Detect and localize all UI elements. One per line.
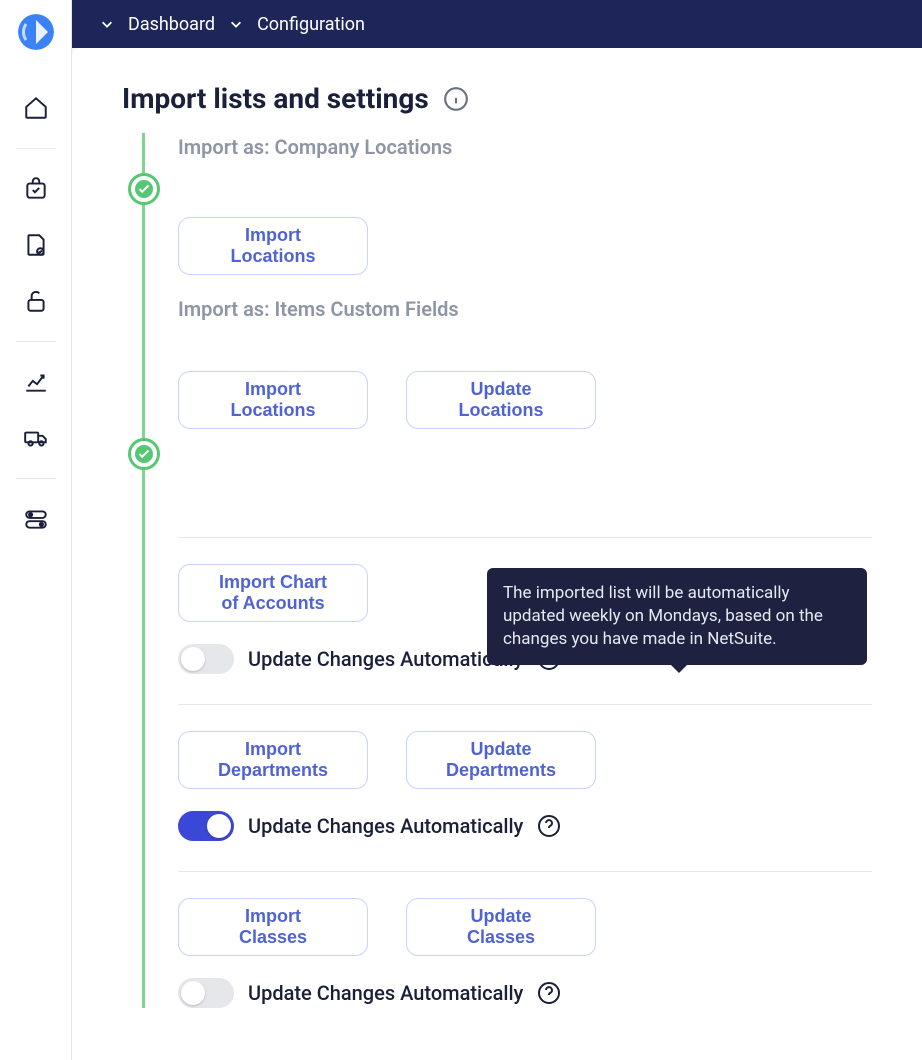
divider xyxy=(178,704,872,705)
auto-update-toggle-classes[interactable] xyxy=(178,978,234,1008)
topbar: Dashboard Configuration xyxy=(72,0,922,48)
divider xyxy=(178,537,872,538)
home-icon[interactable] xyxy=(23,95,49,121)
toggle-label: Update Changes Automatically xyxy=(248,814,523,838)
breadcrumb-configuration[interactable]: Configuration xyxy=(257,14,365,35)
chevron-down-icon[interactable] xyxy=(229,17,243,31)
import-chart-of-accounts-button[interactable]: Import Chart of Accounts xyxy=(178,564,368,622)
import-classes-button[interactable]: Import Classes xyxy=(178,898,368,956)
update-departments-button[interactable]: Update Departments xyxy=(406,731,596,789)
timeline-line xyxy=(142,133,145,1008)
section-label-items-custom-fields: Import as: Items Custom Fields xyxy=(178,297,872,321)
toggle-label: Update Changes Automatically xyxy=(248,981,523,1005)
bag-check-icon[interactable] xyxy=(23,176,49,202)
divider xyxy=(178,871,872,872)
info-icon[interactable] xyxy=(443,86,469,112)
breadcrumb-dashboard[interactable]: Dashboard xyxy=(128,14,215,35)
help-icon[interactable] xyxy=(537,814,561,838)
import-departments-button[interactable]: Import Departments xyxy=(178,731,368,789)
chevron-down-icon[interactable] xyxy=(100,17,114,31)
auto-update-toggle-accounts[interactable] xyxy=(178,644,234,674)
help-icon[interactable] xyxy=(537,981,561,1005)
auto-update-toggle-departments[interactable] xyxy=(178,811,234,841)
sidebar xyxy=(0,0,72,1060)
update-classes-button[interactable]: Update Classes xyxy=(406,898,596,956)
update-locations-button[interactable]: Update Locations xyxy=(406,371,596,429)
main-content: Import lists and settings Import as: Com… xyxy=(72,48,922,1060)
toggles-icon[interactable] xyxy=(23,506,49,532)
import-locations-button[interactable]: Import Locations xyxy=(178,217,368,275)
chart-line-icon[interactable] xyxy=(23,369,49,395)
timeline-step-check-icon xyxy=(128,438,160,470)
truck-icon[interactable] xyxy=(23,425,49,451)
timeline-step-check-icon xyxy=(128,173,160,205)
lock-open-icon[interactable] xyxy=(23,288,49,314)
toggle-label: Update Changes Automatically xyxy=(248,647,523,671)
page-title: Import lists and settings xyxy=(122,82,429,115)
auto-update-tooltip: The imported list will be automatically … xyxy=(487,568,867,665)
import-locations-button[interactable]: Import Locations xyxy=(178,371,368,429)
section-label-company-locations: Import as: Company Locations xyxy=(178,133,872,159)
app-logo[interactable] xyxy=(18,14,54,50)
document-check-icon[interactable] xyxy=(23,232,49,258)
